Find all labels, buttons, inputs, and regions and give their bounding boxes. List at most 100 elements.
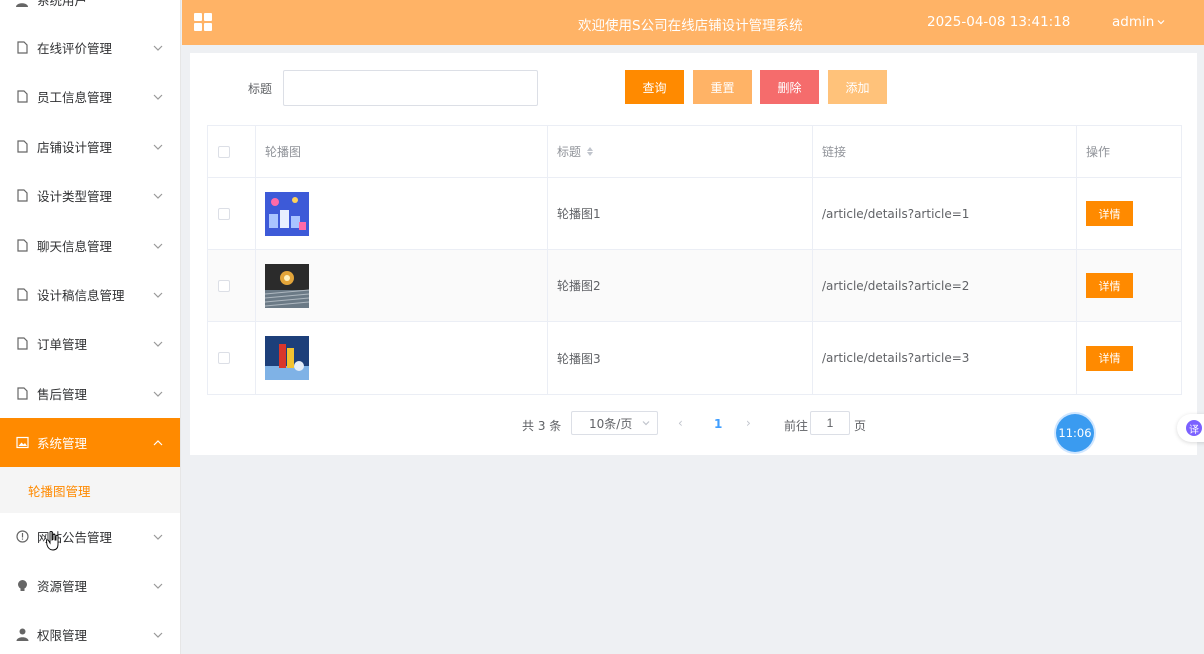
sidebar-item-partial[interactable]: 系统用户 <box>15 0 87 9</box>
row-link: /article/details?article=1 <box>813 178 1077 249</box>
add-button[interactable]: 添加 <box>828 70 887 104</box>
floating-clock-badge[interactable]: 11:06 <box>1056 414 1094 452</box>
chevron-down-icon <box>153 193 163 199</box>
delete-button[interactable]: 删除 <box>760 70 819 104</box>
page-suffix: 页 <box>854 419 867 433</box>
sidebar-item-label: 售后管理 <box>37 387 88 402</box>
table-row: 轮播图1 /article/details?article=1 详情 <box>208 178 1181 250</box>
sidebar-item-label: 店铺设计管理 <box>37 140 113 155</box>
chevron-down-icon <box>153 391 163 397</box>
chevron-down-icon <box>153 144 163 150</box>
chevron-down-icon <box>153 45 163 51</box>
detail-button[interactable]: 详情 <box>1086 201 1133 226</box>
row-checkbox[interactable] <box>218 207 230 220</box>
column-header-title-label: 标题 <box>557 145 582 159</box>
query-button[interactable]: 查询 <box>625 70 684 104</box>
sort-icon[interactable] <box>587 147 594 156</box>
translate-widget[interactable]: 译 <box>1177 414 1204 442</box>
chevron-down-icon <box>153 292 163 298</box>
mouse-cursor-icon <box>46 531 59 551</box>
document-icon <box>15 239 29 253</box>
row-checkbox[interactable] <box>218 352 230 364</box>
column-header-title[interactable]: 标题 <box>548 126 813 177</box>
sidebar-item-label: 在线评价管理 <box>37 41 113 56</box>
username: admin <box>1112 14 1155 30</box>
page-size-select[interactable]: 10条/页 <box>571 411 658 435</box>
sidebar-item-label: 订单管理 <box>37 337 88 352</box>
detail-button[interactable]: 详情 <box>1086 273 1133 298</box>
carousel-thumbnail <box>265 263 309 308</box>
document-icon <box>15 337 29 351</box>
sidebar-item-system[interactable]: 系统管理 <box>0 418 180 467</box>
page-size-value: 10条/页 <box>589 416 633 431</box>
user-menu[interactable]: admin <box>1112 14 1165 30</box>
sidebar-item-label: 聊天信息管理 <box>37 239 113 254</box>
chevron-down-icon <box>642 421 650 426</box>
sidebar-subitem-label: 轮播图管理 <box>28 483 91 499</box>
sidebar-item-label: 设计稿信息管理 <box>37 288 125 303</box>
carousel-thumbnail <box>265 336 309 380</box>
chevron-down-icon <box>153 632 163 638</box>
table-row: 轮播图3 /article/details?article=3 详情 <box>208 322 1181 394</box>
menu-grid-icon[interactable] <box>194 13 212 31</box>
sidebar-item-orders[interactable]: 订单管理 <box>0 319 180 368</box>
chevron-down-icon <box>153 341 163 347</box>
sidebar-item-permissions[interactable]: 权限管理 <box>0 610 180 654</box>
reset-button[interactable]: 重置 <box>693 70 752 104</box>
column-header-image: 轮播图 <box>256 126 548 177</box>
pagination-total: 共 3 条 <box>522 419 562 433</box>
title-search-input[interactable] <box>283 70 538 106</box>
top-header: 欢迎使用S公司在线店铺设计管理系统 2025-04-08 13:41:18 ad… <box>182 0 1204 45</box>
goto-label: 前往 <box>784 419 809 433</box>
row-link: /article/details?article=2 <box>813 250 1077 321</box>
row-checkbox[interactable] <box>218 279 230 292</box>
document-icon <box>15 41 29 55</box>
sidebar-subitem-carousel[interactable]: 轮播图管理 <box>0 467 180 513</box>
chevron-up-icon <box>153 439 163 445</box>
select-all-checkbox[interactable] <box>218 145 230 158</box>
row-link: /article/details?article=3 <box>813 322 1077 394</box>
bulb-icon <box>15 579 29 593</box>
next-page-icon[interactable]: › <box>746 416 751 430</box>
carousel-thumbnail <box>265 191 309 236</box>
search-label: 标题 <box>248 82 273 96</box>
page-number[interactable]: 1 <box>714 417 722 431</box>
goto-page-input[interactable] <box>810 411 850 435</box>
sidebar-item-resources[interactable]: 资源管理 <box>0 561 180 610</box>
row-title: 轮播图3 <box>548 322 813 394</box>
sidebar-item-chat[interactable]: 聊天信息管理 <box>0 221 180 270</box>
sidebar-item-label: 系统管理 <box>37 436 88 451</box>
column-header-actions: 操作 <box>1086 145 1111 159</box>
user-icon <box>15 0 29 7</box>
user-icon <box>15 628 29 642</box>
carousel-table: 轮播图 标题 链接 操作 轮播图1 /article/details?artic… <box>207 125 1182 395</box>
sidebar-item-drafts[interactable]: 设计稿信息管理 <box>0 270 180 319</box>
sidebar: 系统用户 在线评价管理 员工信息管理 店铺设计管理 设计类型管理 聊天信息管理 … <box>0 0 181 654</box>
detail-button[interactable]: 详情 <box>1086 345 1133 371</box>
sidebar-item-store-design[interactable]: 店铺设计管理 <box>0 122 180 171</box>
prev-page-icon[interactable]: ‹ <box>678 416 683 430</box>
datetime: 2025-04-08 13:41:18 <box>927 14 1071 30</box>
document-icon <box>15 288 29 302</box>
sidebar-item-design-types[interactable]: 设计类型管理 <box>0 171 180 220</box>
document-icon <box>15 387 29 401</box>
table-header-row: 轮播图 标题 链接 操作 <box>208 126 1181 178</box>
chevron-down-icon <box>153 534 163 540</box>
sidebar-item-employees[interactable]: 员工信息管理 <box>0 72 180 121</box>
sidebar-item-label: 资源管理 <box>37 579 88 594</box>
document-icon <box>15 140 29 154</box>
app-title: 欢迎使用S公司在线店铺设计管理系统 <box>578 18 803 34</box>
content-card: 标题 查询 重置 删除 添加 轮播图 标题 链接 操作 轮播图1 /articl… <box>190 53 1197 455</box>
sidebar-item-label: 系统用户 <box>37 0 88 8</box>
info-circle-icon <box>15 530 29 544</box>
sidebar-item-reviews[interactable]: 在线评价管理 <box>0 23 180 72</box>
translate-icon: 译 <box>1186 420 1202 436</box>
sidebar-item-announcements[interactable]: 网站公告管理 <box>0 512 180 561</box>
caret-down-icon <box>1157 20 1165 25</box>
sidebar-item-label: 权限管理 <box>37 628 88 643</box>
chevron-down-icon <box>153 583 163 589</box>
column-header-link: 链接 <box>813 126 1077 177</box>
table-row: 轮播图2 /article/details?article=2 详情 <box>208 250 1181 322</box>
sidebar-item-after-sales[interactable]: 售后管理 <box>0 369 180 418</box>
document-icon <box>15 90 29 104</box>
